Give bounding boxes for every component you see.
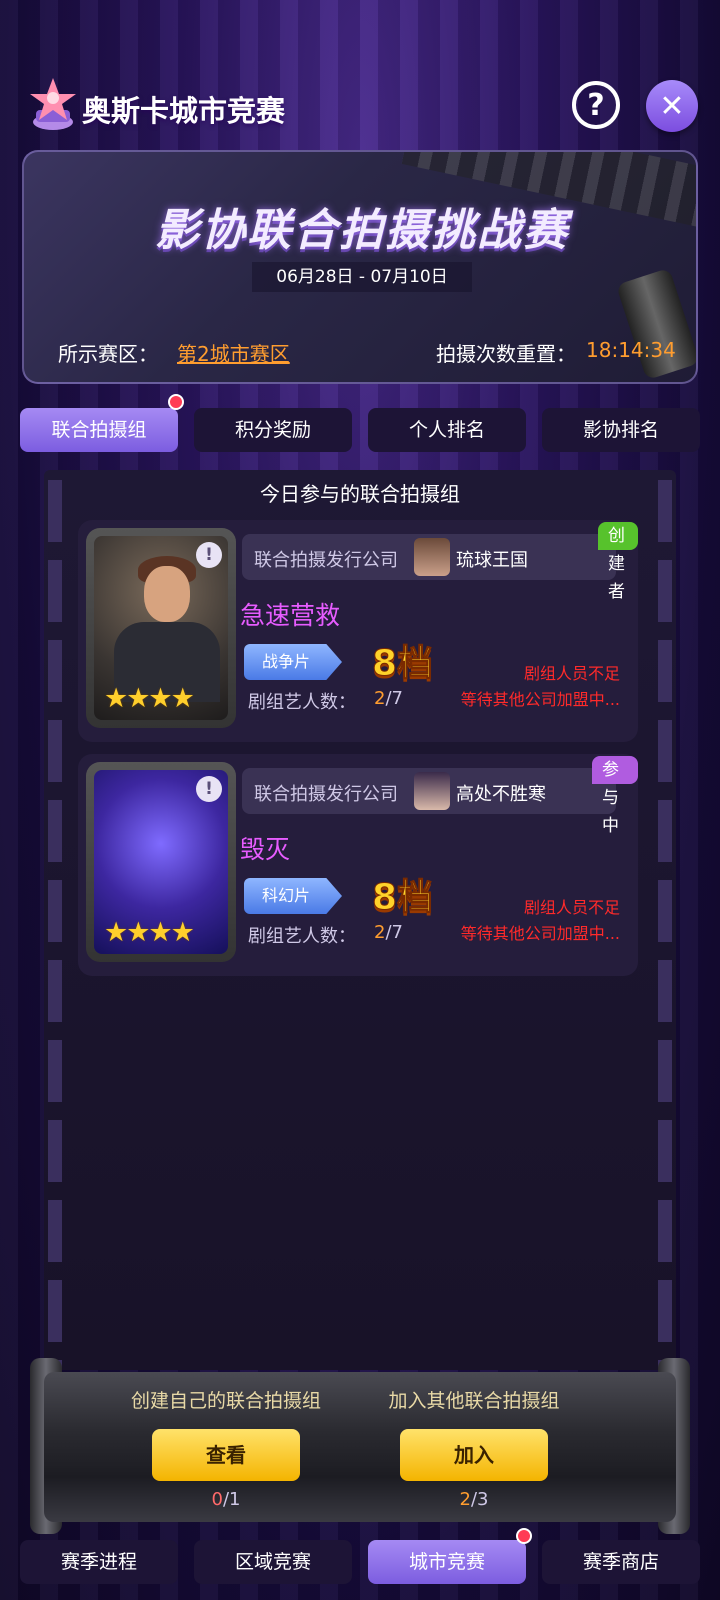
create-group-section: 创建自己的联合拍摄组 查看 0/1 [106,1386,346,1510]
movie-poster[interactable]: ! ★★★★ [86,762,236,962]
tab-city-competition[interactable]: 城市竞赛 [368,1540,526,1584]
joint-groups-panel: 今日参与的联合拍摄组 ! ★★★★ 联合拍摄发行公司 琉球王国 创建者 急速营救… [44,470,676,1370]
group-card[interactable]: ! ★★★★ 联合拍摄发行公司 高处不胜寒 参与中 毁灭 科幻片 8档 剧组人员… [78,754,638,976]
tab-personal-ranking[interactable]: 个人排名 [368,408,526,452]
tab-points-rewards[interactable]: 积分奖励 [194,408,352,452]
company-avatar [414,772,450,810]
waiting-text: 等待其他公司加盟中... [460,690,620,709]
reset-countdown: 18:14:34 [586,338,676,362]
genre-tag: 战争片 [244,644,342,680]
event-title: 影协联合拍摄挑战赛 [155,205,569,256]
crew-count: 2/7 [374,922,403,943]
grade-level: 8档 [371,877,434,919]
join-group-label: 加入其他联合拍摄组 [388,1390,560,1412]
info-icon[interactable]: ! [196,776,222,802]
create-count: 0/1 [211,1489,241,1510]
panel-title: 今日参与的联合拍摄组 [260,482,460,506]
notification-dot [168,394,184,410]
banner-footer: 所示赛区： 第2城市赛区 拍摄次数重置： 18:14:34 [24,332,696,372]
tab-season-progress[interactable]: 赛季进程 [20,1540,178,1584]
company-label: 联合拍摄发行公司 [254,550,398,571]
crew-shortage-text: 剧组人员不足 [523,898,620,917]
movie-poster[interactable]: ! ★★★★ [86,528,236,728]
crew-count: 2/7 [374,688,403,709]
tab-joint-shooting-group[interactable]: 联合拍摄组 [20,408,178,452]
zone-link[interactable]: 第2城市赛区 [177,338,290,367]
event-banner: 影协联合拍摄挑战赛 06月28日 - 07月10日 所示赛区： 第2城市赛区 拍… [22,150,698,384]
notification-dot [516,1528,532,1544]
join-button[interactable]: 加入 [400,1429,548,1481]
movie-title: 毁灭 [240,835,291,864]
participating-badge: 参与中 [592,756,638,836]
info-icon[interactable]: ! [196,542,222,568]
company-avatar [414,538,450,576]
reset-label: 拍摄次数重置： [436,342,576,366]
company-bar: 联合拍摄发行公司 琉球王国 [242,534,616,580]
tab-regional-competition[interactable]: 区域竞赛 [194,1540,352,1584]
event-date-range: 06月28日 - 07月10日 [252,262,472,292]
company-name: 琉球王国 [456,550,528,571]
genre-tag: 科幻片 [244,878,342,914]
crew-count-label: 剧组艺人数： [248,692,356,713]
star-rating: ★★★★ [104,917,195,948]
join-count: 2/3 [459,1489,489,1510]
movie-title: 急速营救 [240,601,341,630]
actor-portrait [144,566,190,622]
create-group-label: 创建自己的联合拍摄组 [130,1390,321,1412]
company-bar: 联合拍摄发行公司 高处不胜寒 [242,768,616,814]
crew-count-label: 剧组艺人数： [248,926,356,947]
app-title: 奥斯卡城市竞赛 [82,94,286,128]
grade-level: 8档 [371,643,434,685]
top-tabs: 联合拍摄组 积分奖励 个人排名 影协排名 [20,394,700,454]
company-label: 联合拍摄发行公司 [254,784,398,805]
tab-season-shop[interactable]: 赛季商店 [542,1540,700,1584]
waiting-text: 等待其他公司加盟中... [460,924,620,943]
star-rating: ★★★★ [104,683,195,714]
join-group-section: 加入其他联合拍摄组 加入 2/3 [354,1386,594,1510]
crew-shortage-text: 剧组人员不足 [523,664,620,683]
header: 奥斯卡城市竞赛 ? ✕ [0,70,720,140]
tab-association-ranking[interactable]: 影协排名 [542,408,700,452]
action-scroll: 创建自己的联合拍摄组 查看 0/1 加入其他联合拍摄组 加入 2/3 [44,1372,676,1522]
question-icon[interactable]: ? [572,81,620,129]
zone-label: 所示赛区： [58,342,158,366]
close-icon[interactable]: ✕ [646,80,698,132]
bottom-nav: 赛季进程 区域竞赛 城市竞赛 赛季商店 [20,1528,700,1586]
creator-badge: 创建者 [598,522,638,602]
star-trophy-logo-icon [30,78,76,130]
group-card[interactable]: ! ★★★★ 联合拍摄发行公司 琉球王国 创建者 急速营救 战争片 8档 剧组人… [78,520,638,742]
view-button[interactable]: 查看 [152,1429,300,1481]
company-name: 高处不胜寒 [456,784,546,805]
